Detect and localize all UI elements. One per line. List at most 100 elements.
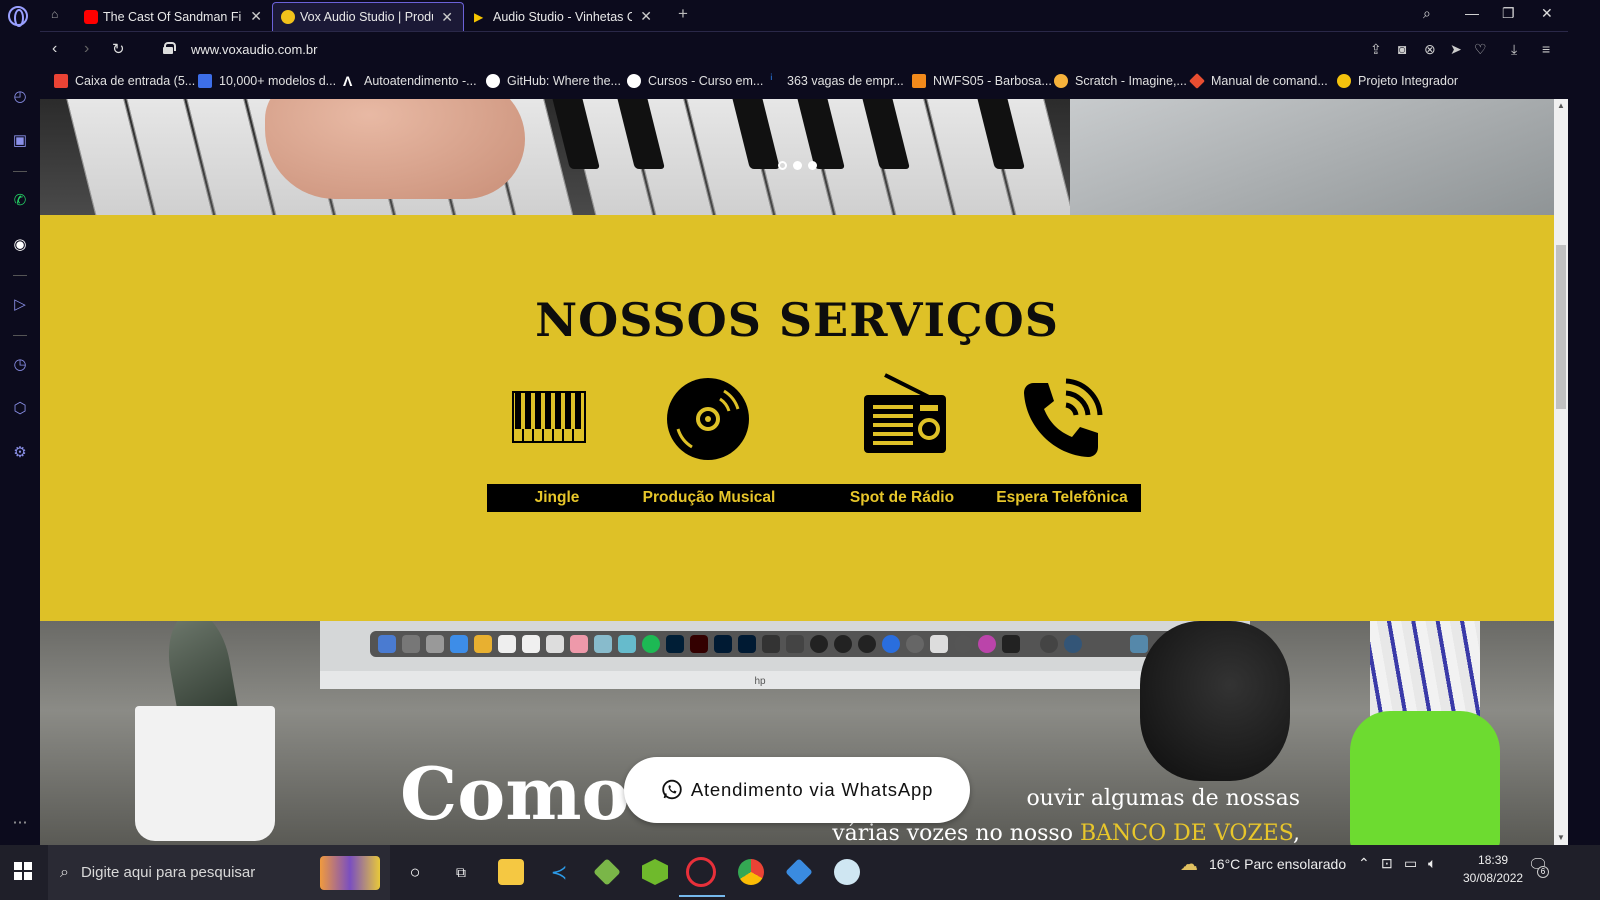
block-icon[interactable]: ⊗: [1424, 41, 1436, 58]
notification-count-badge: 6: [1537, 866, 1549, 878]
discord-icon[interactable]: ◉: [10, 235, 30, 255]
bookmark-vagas[interactable]: ⁱ 363 vagas de empr...: [770, 73, 904, 88]
dock-app-icon: [978, 635, 996, 653]
close-tab-icon[interactable]: ✕: [250, 8, 262, 25]
banco-de-vozes-link[interactable]: BANCO DE VOZES: [1080, 821, 1293, 845]
sourcetree-icon[interactable]: [593, 858, 621, 886]
sidebar-divider: [13, 335, 27, 336]
speed-dial-icon[interactable]: ◴: [10, 87, 30, 107]
bookmark-label: Projeto Integrador: [1358, 74, 1459, 88]
services-section: NOSSOS SERVIÇOS Jingle Produção Musical …: [40, 215, 1554, 621]
lock-icon[interactable]: [163, 42, 176, 54]
scroll-down-icon[interactable]: ▼: [1557, 833, 1565, 842]
extensions-icon[interactable]: ⬡: [10, 399, 30, 419]
whatsapp-icon[interactable]: ✆: [10, 191, 30, 211]
tab-vox-audio[interactable]: Vox Audio Studio | Produto ✕: [272, 2, 464, 31]
keyboard-panel: [1070, 99, 1554, 215]
taskbar-clock[interactable]: 18:39 30/08/2022: [1463, 851, 1523, 887]
more-icon[interactable]: ⋯: [10, 813, 30, 833]
service-label-producao[interactable]: Produção Musical: [625, 489, 793, 507]
tab-bar: ⌂ The Cast Of Sandman Finds ✕ Vox Audio …: [0, 0, 1600, 31]
network-icon[interactable]: ▭: [1404, 855, 1417, 872]
bookmark-scratch[interactable]: Scratch - Imagine,...: [1054, 74, 1187, 88]
search-tabs-icon[interactable]: ⌕: [1423, 5, 1431, 22]
new-tab-button[interactable]: +: [678, 4, 688, 24]
bookmark-gmail[interactable]: Caixa de entrada (5...: [54, 74, 195, 88]
opera-taskbar-icon[interactable]: [679, 857, 725, 897]
close-tab-icon[interactable]: ✕: [640, 8, 652, 25]
paint-icon[interactable]: [834, 859, 860, 885]
git-client-icon[interactable]: [785, 858, 813, 886]
back-icon[interactable]: ‹: [52, 40, 57, 58]
close-window-icon[interactable]: ✕: [1541, 5, 1553, 22]
tab-audio-studio[interactable]: ▶ Audio Studio - Vinhetas Ca ✕: [466, 2, 662, 31]
share-icon[interactable]: ⇪: [1370, 41, 1382, 58]
carousel-dot[interactable]: [793, 161, 802, 170]
forward-icon[interactable]: ›: [84, 40, 89, 58]
chrome-taskbar-icon[interactable]: [738, 859, 764, 885]
url-field[interactable]: www.voxaudio.com.br: [191, 42, 317, 57]
scrollbar-thumb[interactable]: [1556, 245, 1566, 409]
bookmarks-bar: Caixa de entrada (5... 10,000+ modelos d…: [40, 66, 1600, 99]
taskbar-search[interactable]: ⌕ Digite aqui para pesquisar: [48, 845, 390, 900]
cortana-icon[interactable]: ○: [402, 859, 428, 885]
radio-icon: [864, 373, 946, 453]
bag-icon[interactable]: ▣: [10, 131, 30, 151]
nodejs-icon[interactable]: [642, 859, 668, 885]
address-bar: ‹ › ↻ www.voxaudio.com.br ⇪ ◙ ⊗ ➤ ♡ ⤓ ≡: [40, 31, 1600, 66]
windows-start-icon[interactable]: [14, 862, 32, 880]
whatsapp-support-button[interactable]: Atendimento via WhatsApp: [624, 757, 970, 823]
page-scrollbar[interactable]: ▲ ▼: [1554, 99, 1568, 845]
menu-icon[interactable]: ≡: [1542, 41, 1550, 57]
history-icon[interactable]: ◷: [10, 355, 30, 375]
dock-app-icon: [1064, 635, 1082, 653]
service-label-spot[interactable]: Spot de Rádio: [831, 489, 973, 507]
hand-image: [265, 99, 525, 199]
bookmark-modelos[interactable]: 10,000+ modelos d...: [198, 74, 336, 88]
dock-app-icon: [426, 635, 444, 653]
player-icon[interactable]: ▷: [10, 295, 30, 315]
tab-sandman[interactable]: The Cast Of Sandman Finds ✕: [76, 2, 272, 31]
minimize-icon[interactable]: —: [1465, 5, 1479, 21]
camera-icon[interactable]: ◙: [1398, 41, 1406, 57]
bookmark-github[interactable]: GitHub: Where the...: [486, 74, 621, 88]
service-label-espera[interactable]: Espera Telefônica: [985, 489, 1139, 507]
vscode-icon[interactable]: ≺: [546, 859, 572, 885]
tray-chevron-icon[interactable]: ⌃: [1358, 855, 1370, 872]
piano-icon: [512, 391, 586, 443]
carousel-dot[interactable]: [778, 161, 787, 170]
hp-logo-icon: hp: [754, 676, 766, 687]
search-highlight-icon[interactable]: [320, 855, 380, 890]
restore-icon[interactable]: ❐: [1502, 5, 1515, 22]
heart-icon[interactable]: ♡: [1474, 41, 1487, 58]
dock-app-icon: [954, 635, 972, 653]
carousel-dot[interactable]: [808, 161, 817, 170]
bookmark-cursos[interactable]: Cursos - Curso em...: [627, 74, 763, 88]
dock-app-icon: [1040, 635, 1058, 653]
meet-now-icon[interactable]: ⊡: [1381, 855, 1393, 872]
weather-icon[interactable]: ☁: [1180, 854, 1198, 875]
close-tab-icon[interactable]: ✕: [441, 9, 453, 26]
reload-icon[interactable]: ↻: [112, 40, 125, 58]
download-icon[interactable]: ⤓: [1511, 41, 1517, 58]
task-view-icon[interactable]: ⧉: [448, 859, 474, 885]
workspaces-icon[interactable]: ⌂: [51, 7, 67, 21]
bookmark-nwfs05[interactable]: NWFS05 - Barbosa...: [912, 74, 1052, 88]
gmail-icon: [54, 74, 68, 88]
service-label-jingle[interactable]: Jingle: [507, 489, 607, 507]
send-icon[interactable]: ➤: [1450, 41, 1462, 58]
windows-taskbar: ⌕ Digite aqui para pesquisar ○ ⧉ ≺ ☁ 16°…: [0, 845, 1600, 900]
opera-menu-icon[interactable]: [8, 6, 28, 27]
dock-app-icon: [546, 635, 564, 653]
file-explorer-icon[interactable]: [498, 859, 524, 885]
volume-icon[interactable]: 🔈︎: [1428, 855, 1436, 872]
weather-text[interactable]: 16°C Parc ensolarado: [1209, 856, 1346, 872]
scroll-up-icon[interactable]: ▲: [1557, 101, 1565, 110]
bookmark-autoatendimento[interactable]: Λ Autoatendimento -...: [343, 74, 477, 88]
bookmark-label: Manual de comand...: [1211, 74, 1328, 88]
bookmark-projeto[interactable]: Projeto Integrador: [1337, 74, 1458, 88]
dock-app-icon: [834, 635, 852, 653]
settings-gear-icon[interactable]: ⚙: [10, 443, 30, 463]
play-favicon-icon: ▶: [474, 9, 484, 24]
bookmark-manual[interactable]: Manual de comand...: [1189, 73, 1328, 89]
